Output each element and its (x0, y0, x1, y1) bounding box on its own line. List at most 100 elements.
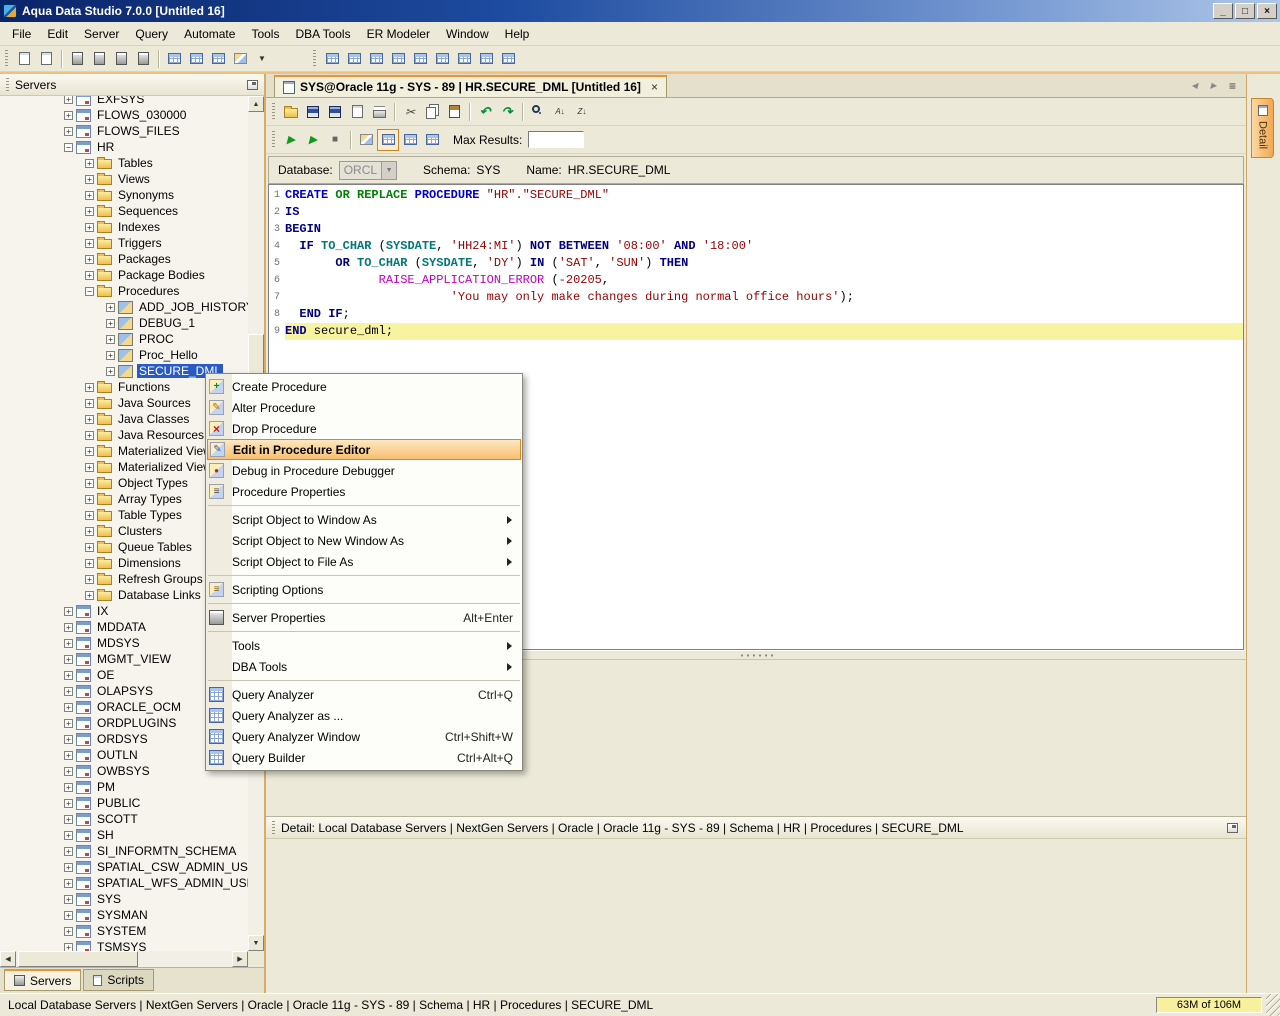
expand-box-icon[interactable]: + (85, 222, 94, 232)
context-menu-item-dba-tools[interactable]: DBA Tools (206, 656, 522, 677)
collapse-box-icon[interactable]: − (85, 286, 94, 296)
open-file-icon[interactable] (280, 101, 302, 123)
tree-item-FLOWS_030000[interactable]: + FLOWS_030000 (0, 107, 248, 123)
expand-box-icon[interactable]: + (64, 126, 73, 136)
toggle-detail-panel-icon[interactable] (453, 48, 475, 70)
expand-box-icon[interactable]: + (64, 798, 73, 808)
expand-box-icon[interactable]: + (85, 590, 94, 600)
expand-box-icon[interactable]: + (64, 782, 73, 792)
expand-box-icon[interactable]: + (64, 734, 73, 744)
reset-windows-icon[interactable] (497, 48, 519, 70)
redo-icon[interactable]: ↷ (496, 101, 518, 123)
cut-icon[interactable]: ✂ (399, 101, 421, 123)
context-menu-item-edit-in-procedure-editor[interactable]: Edit in Procedure Editor (207, 439, 521, 460)
expand-box-icon[interactable]: + (64, 814, 73, 824)
tree-item-SYSMAN[interactable]: + SYSMAN (0, 907, 248, 923)
save-file-icon[interactable] (302, 101, 324, 123)
menu-item-file[interactable]: File (4, 24, 39, 44)
tree-item-FLOWS_FILES[interactable]: + FLOWS_FILES (0, 123, 248, 139)
expand-box-icon[interactable]: + (85, 206, 94, 216)
context-menu-item-debug-in-procedure-debugger[interactable]: Debug in Procedure Debugger (206, 460, 522, 481)
expand-box-icon[interactable]: + (64, 654, 73, 664)
expand-box-icon[interactable]: + (64, 96, 73, 104)
tools-dropdown-arrow-icon[interactable]: ▼ (251, 48, 273, 70)
tree-item-Package Bodies[interactable]: + Package Bodies (0, 267, 248, 283)
tree-item-Procedures[interactable]: − Procedures (0, 283, 248, 299)
tile-horizontal-icon[interactable] (365, 48, 387, 70)
sort-descending-icon[interactable]: Z↓ (571, 101, 593, 123)
tree-item-Indexes[interactable]: + Indexes (0, 219, 248, 235)
menu-item-help[interactable]: Help (497, 24, 538, 44)
context-menu-item-alter-procedure[interactable]: Alter Procedure (206, 397, 522, 418)
find-icon[interactable] (527, 101, 549, 123)
connect-server-icon[interactable] (110, 48, 132, 70)
close-button[interactable]: × (1257, 3, 1277, 19)
expand-box-icon[interactable]: + (64, 750, 73, 760)
context-menu-item-procedure-properties[interactable]: Procedure Properties (206, 481, 522, 502)
expand-box-icon[interactable]: + (85, 398, 94, 408)
open-window-icon[interactable] (35, 48, 57, 70)
detail-undock-icon[interactable] (1227, 822, 1238, 833)
expand-box-icon[interactable]: + (64, 862, 73, 872)
expand-box-icon[interactable]: + (85, 510, 94, 520)
scroll-left-icon[interactable]: ◀ (0, 951, 16, 967)
er-modeler-icon[interactable] (229, 48, 251, 70)
minimize-button[interactable]: _ (1213, 3, 1233, 19)
detail-side-tab[interactable]: Detail (1251, 98, 1274, 159)
tree-item-SH[interactable]: + SH (0, 827, 248, 843)
expand-box-icon[interactable]: + (64, 846, 73, 856)
grid-results-icon[interactable] (377, 128, 399, 151)
expand-box-icon[interactable]: + (64, 942, 73, 951)
tree-item-SCOTT[interactable]: + SCOTT (0, 811, 248, 827)
scroll-right-icon[interactable]: ▶ (232, 951, 248, 967)
expand-box-icon[interactable]: + (85, 494, 94, 504)
expand-box-icon[interactable]: + (64, 702, 73, 712)
expand-box-icon[interactable]: + (85, 270, 94, 280)
tree-item-SPATIAL_WFS_ADMIN_USR[interactable]: + SPATIAL_WFS_ADMIN_USR (0, 875, 248, 891)
expand-box-icon[interactable]: + (85, 382, 94, 392)
unregister-server-icon[interactable] (88, 48, 110, 70)
expand-box-icon[interactable]: + (64, 638, 73, 648)
expand-box-icon[interactable]: + (85, 174, 94, 184)
save-all-icon[interactable] (324, 101, 346, 123)
context-menu-item-script-object-to-window-as[interactable]: Script Object to Window As (206, 509, 522, 530)
tree-item-PUBLIC[interactable]: + PUBLIC (0, 795, 248, 811)
expand-box-icon[interactable]: + (64, 686, 73, 696)
query-analyzer-toolbar-icon[interactable] (185, 48, 207, 70)
export-results-icon[interactable] (421, 129, 443, 151)
expand-box-icon[interactable]: + (64, 622, 73, 632)
database-select[interactable]: ORCL ▼ (338, 160, 398, 180)
tree-item-Synonyms[interactable]: + Synonyms (0, 187, 248, 203)
scripts-tab[interactable]: Scripts (83, 969, 155, 991)
expand-box-icon[interactable]: + (85, 446, 94, 456)
context-menu-item-drop-procedure[interactable]: Drop Procedure (206, 418, 522, 439)
undock-panel-icon[interactable] (247, 79, 258, 90)
expand-box-icon[interactable]: + (64, 830, 73, 840)
scroll-down-icon[interactable]: ▼ (248, 935, 264, 951)
tree-item-Views[interactable]: + Views (0, 171, 248, 187)
undo-icon[interactable]: ↶ (474, 101, 496, 123)
toggle-results-panel-icon[interactable] (431, 48, 453, 70)
paste-icon[interactable] (443, 101, 465, 123)
tree-item-HR[interactable]: − HR (0, 139, 248, 155)
detail-grip-icon[interactable] (272, 821, 275, 834)
export-file-icon[interactable] (346, 101, 368, 123)
tree-horizontal-scrollbar[interactable]: ◀ ▶ (0, 951, 248, 967)
tile-vertical-icon[interactable] (387, 48, 409, 70)
expand-box-icon[interactable]: + (106, 366, 115, 376)
context-menu-item-query-analyzer[interactable]: Query Analyzer Ctrl+Q (206, 684, 522, 705)
tree-item-TSMSYS[interactable]: + TSMSYS (0, 939, 248, 951)
maximize-button[interactable]: □ (1235, 3, 1255, 19)
query-builder-toolbar-icon[interactable] (207, 48, 229, 70)
context-menu-item-script-object-to-new-window-as[interactable]: Script Object to New Window As (206, 530, 522, 551)
expand-box-icon[interactable]: + (85, 462, 94, 472)
expand-box-icon[interactable]: + (64, 878, 73, 888)
close-tab-icon[interactable]: × (651, 80, 658, 94)
disconnect-server-icon[interactable] (132, 48, 154, 70)
register-server-icon[interactable] (66, 48, 88, 70)
expand-box-icon[interactable]: + (64, 670, 73, 680)
expand-box-icon[interactable]: + (85, 190, 94, 200)
tree-item-Packages[interactable]: + Packages (0, 251, 248, 267)
toggle-servers-panel-icon[interactable] (409, 48, 431, 70)
stop-execution-icon[interactable]: ■ (324, 129, 346, 151)
